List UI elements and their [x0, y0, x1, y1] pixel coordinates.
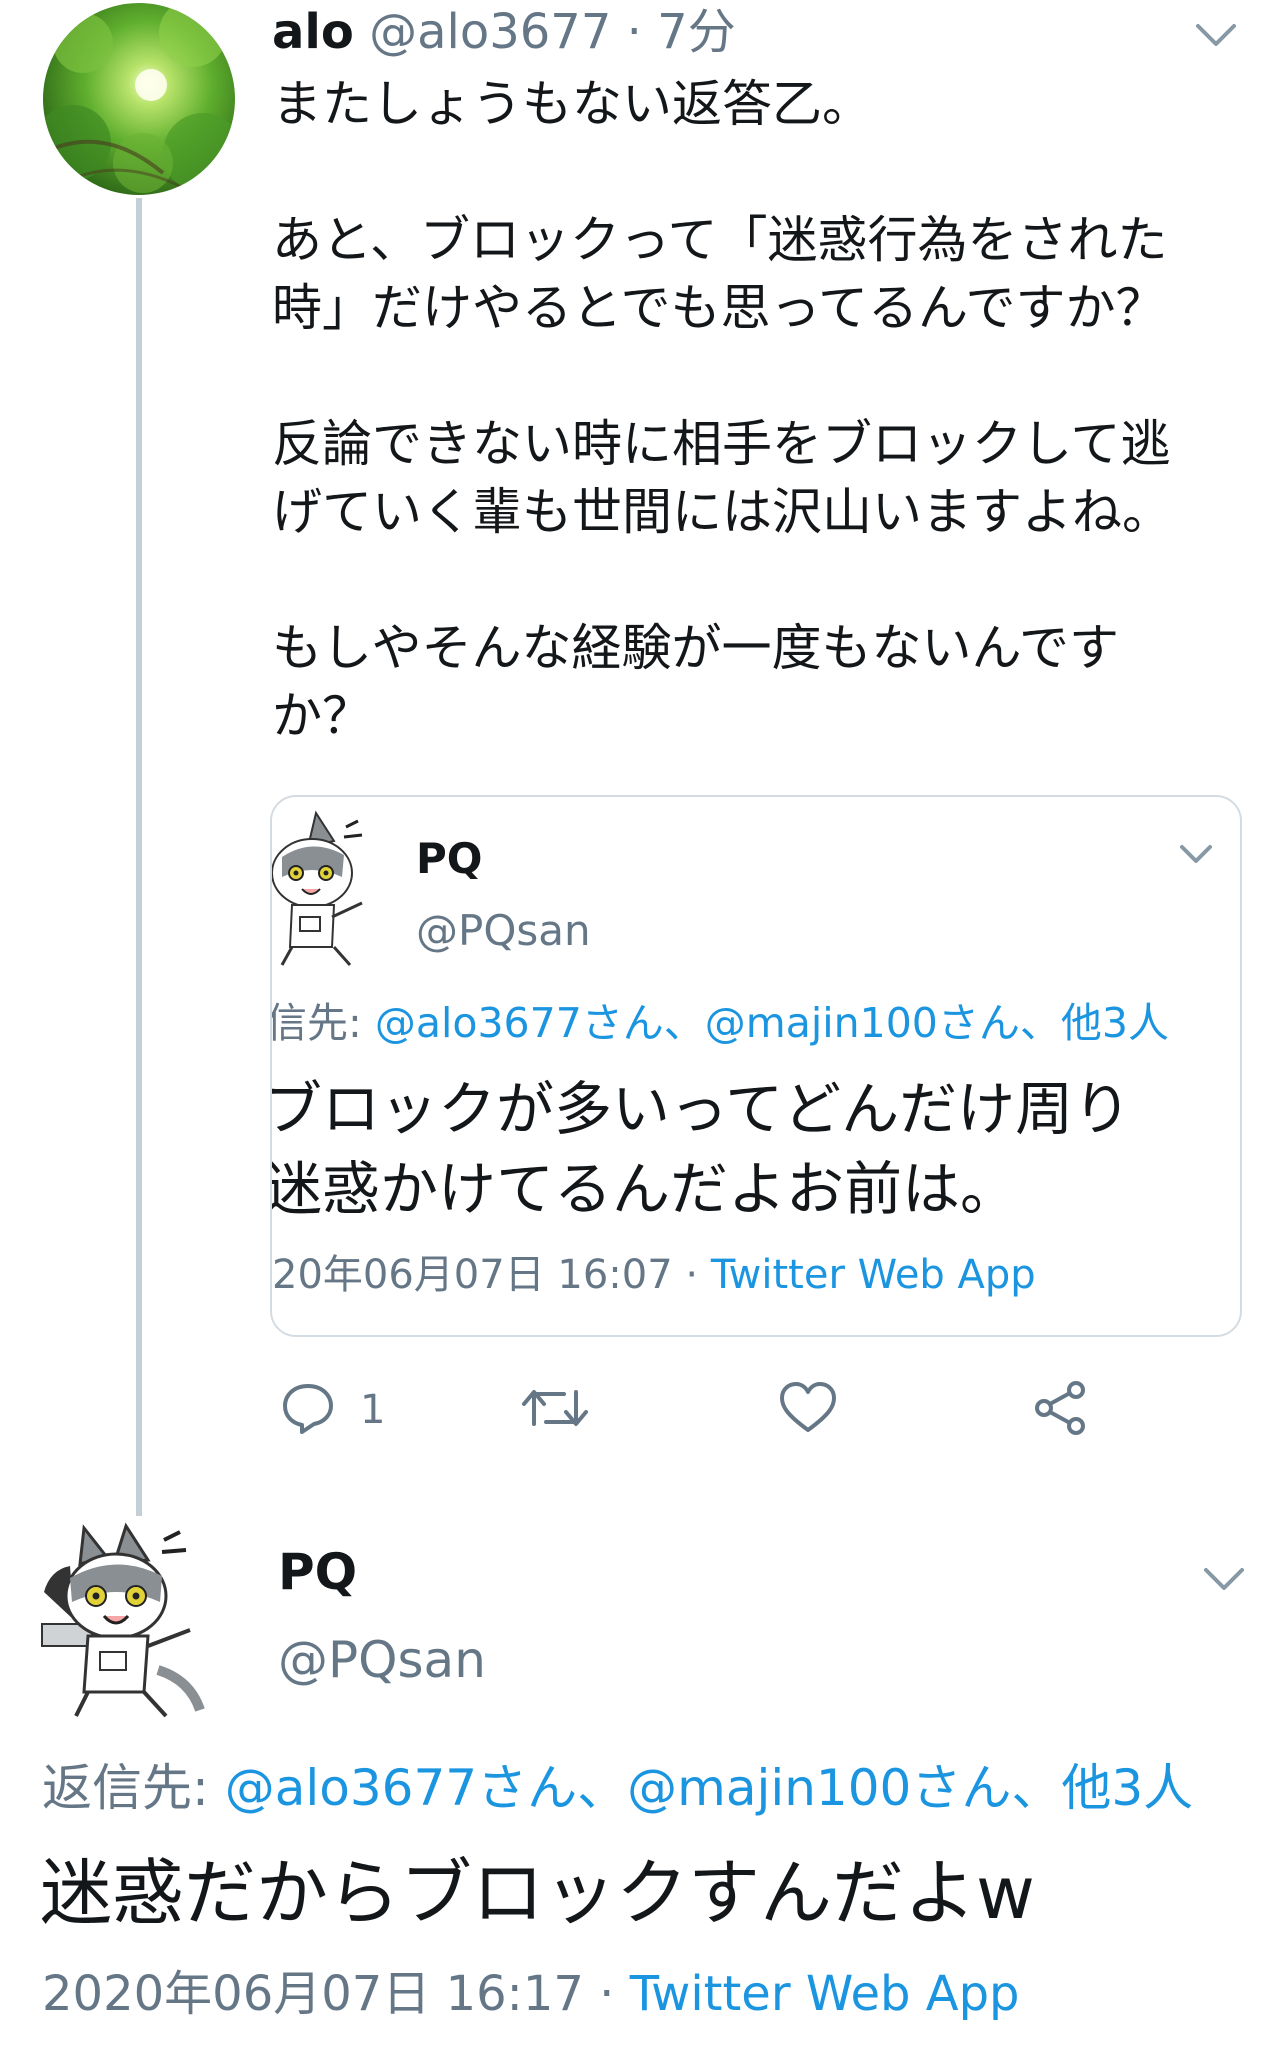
avatar-alo[interactable]: [43, 3, 235, 195]
tweet2-reply-mentions[interactable]: @alo3677さん、@majin100さん、他3人: [225, 1759, 1193, 1817]
tweet1-time[interactable]: · 7分: [627, 4, 736, 60]
chevron-down-icon[interactable]: [1178, 843, 1214, 867]
avatar-pq[interactable]: [40, 1520, 220, 1720]
tweet1-header: alo @alo3677 · 7分: [272, 2, 736, 62]
quoted-name[interactable]: PQ: [416, 833, 483, 885]
tweet1-line: か？: [272, 687, 372, 745]
tweet2-date: 2020年06月07日 16:17 · Twitter Web App: [42, 1962, 1020, 2026]
like-icon: [778, 1380, 838, 1440]
tweet2-reply-to: 返信先: @alo3677さん、@majin100さん、他3人: [42, 1756, 1193, 1820]
quoted-text: ブロックが多いってどんだけ周り 迷惑かけてるんだよお前は。: [270, 1069, 1132, 1229]
quoted-reply-label: 信先:: [270, 999, 375, 1047]
tweet1-name[interactable]: alo: [272, 4, 354, 60]
share-icon: [1030, 1380, 1090, 1440]
tweet1-line: またしょうもない返答乙。: [272, 75, 872, 133]
quoted-handle[interactable]: @PQsan: [416, 905, 591, 957]
share-button[interactable]: [1030, 1380, 1090, 1440]
quoted-reply-to: 信先: @alo3677さん、@majin100さん、他3人: [270, 997, 1169, 1049]
tweet1-line: 時」だけやるとでも思ってるんですか？: [272, 279, 1166, 337]
tweet2-timestamp[interactable]: 2020年06月07日 16:17 ·: [42, 1966, 630, 2022]
tweet1-line: あと、ブロックって「迷惑行為をされた: [272, 211, 1168, 269]
tweet2-name[interactable]: PQ: [278, 1542, 357, 1602]
tweet1-body: またしょうもない返答乙。 あと、ブロックって「迷惑行為をされた 時」だけやるとで…: [272, 70, 1272, 750]
tweet1-line: もしやそんな経験が一度もないんです: [272, 619, 1119, 677]
quoted-text-line: ブロックが多いってどんだけ周り: [270, 1075, 1132, 1143]
quoted-text-line: 迷惑かけてるんだよお前は。: [270, 1155, 1019, 1223]
quoted-tweet-card[interactable]: PQ @PQsan 信先: @alo3677さん、@majin100さん、他3人…: [270, 795, 1242, 1337]
like-button[interactable]: [778, 1380, 838, 1440]
tweet1-handle[interactable]: @alo3677: [369, 4, 611, 60]
tweet1-line: 反論できない時に相手をブロックして逃: [272, 415, 1171, 473]
tweet2-handle[interactable]: @PQsan: [278, 1630, 486, 1690]
tweet1-line: げていく輩も世間には沢山いますよね。: [272, 483, 1172, 541]
avatar-pq-quoted[interactable]: [272, 807, 382, 967]
quoted-date: 20年06月07日 16:07 · Twitter Web App: [272, 1249, 1036, 1301]
retweet-button[interactable]: [520, 1380, 590, 1440]
tweet2-text: 迷惑だからブロックすんだよw: [40, 1851, 1035, 1935]
reply-button[interactable]: 1: [280, 1380, 385, 1440]
quoted-timestamp[interactable]: 20年06月07日 16:07 ·: [272, 1252, 711, 1298]
tweet2-source[interactable]: Twitter Web App: [630, 1966, 1020, 2022]
quoted-source[interactable]: Twitter Web App: [711, 1252, 1036, 1298]
retweet-icon: [520, 1380, 590, 1440]
quoted-reply-mentions[interactable]: @alo3677さん、@majin100さん、他3人: [375, 999, 1169, 1047]
reply-count: 1: [360, 1387, 386, 1433]
tweet2-reply-label: 返信先:: [42, 1759, 225, 1817]
chevron-down-icon[interactable]: [1194, 22, 1238, 50]
reply-icon: [280, 1380, 336, 1440]
chevron-down-icon[interactable]: [1202, 1566, 1246, 1594]
thread-line: [136, 198, 142, 1516]
